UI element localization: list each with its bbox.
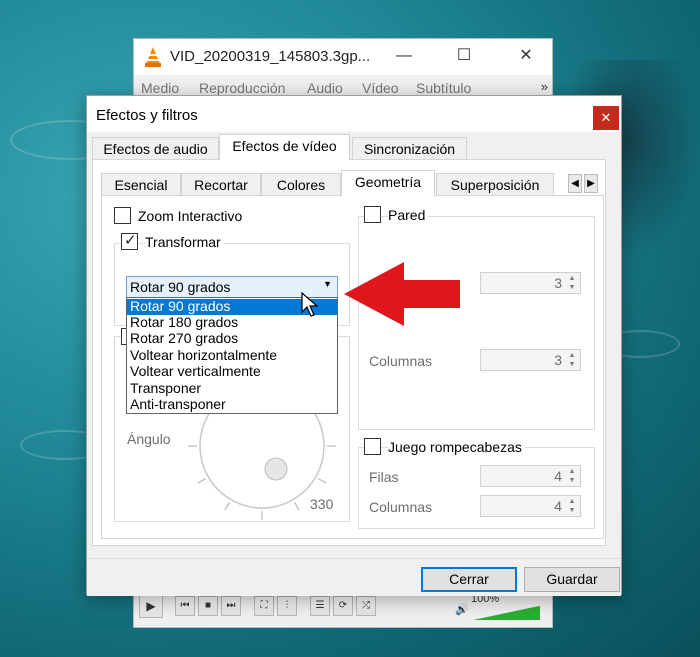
mouse-pointer-icon [301,292,319,317]
puzzle-columns-value: 4 [554,498,562,514]
previous-button[interactable]: ⏮ [175,596,195,616]
wall-checkbox[interactable] [364,206,381,223]
wall-columns-spinbox[interactable]: 3 ▲ ▼ [480,349,581,371]
puzzle-columns-label: Columnas [369,499,433,515]
play-button[interactable]: ▶ [139,594,163,618]
puzzle-checkbox[interactable] [364,438,381,455]
fullscreen-button[interactable]: ⛶ [254,596,274,616]
annotation-arrow-icon [344,262,460,326]
puzzle-rows-spinbox[interactable]: 4 ▲ ▼ [480,465,581,487]
zoom-checkbox[interactable] [114,207,131,224]
effects-dialog: Efectos y filtros ✕ Efectos de audio Efe… [86,95,622,596]
tab-colores[interactable]: Colores [261,173,341,196]
menu-medio[interactable]: Medio [141,80,179,96]
option-flip-vertical[interactable]: Voltear verticalmente [127,364,337,380]
spin-down-icon[interactable]: ▼ [566,506,578,515]
stop-button[interactable]: ■ [198,596,218,616]
menu-audio[interactable]: Audio [307,80,343,96]
option-anti-transpose[interactable]: Anti-transponer [127,397,337,413]
transform-selected-value: Rotar 90 grados [130,279,231,295]
spin-up-icon[interactable]: ▲ [566,351,578,360]
transform-checkbox[interactable]: ✓ [121,232,138,250]
transform-label: Transformar [145,234,224,250]
chevron-down-icon: ▼ [323,279,332,289]
spin-down-icon[interactable]: ▼ [566,283,578,292]
spin-up-icon[interactable]: ▲ [566,497,578,506]
menu-video[interactable]: Vídeo [362,80,399,96]
tab-video-effects[interactable]: Efectos de vídeo [219,134,350,160]
speaker-icon[interactable]: 🔊 [455,603,469,616]
close-button[interactable]: Cerrar [421,567,517,592]
save-button[interactable]: Guardar [524,567,620,592]
geometry-panel: Zoom Interactivo ✓ Transformar Ángulo 33… [101,195,604,539]
volume-slider[interactable] [474,606,540,620]
maximize-button[interactable]: ☐ [452,45,476,67]
video-effects-panel: Esencial Recortar Colores Geometría Supe… [92,159,606,546]
zoom-label: Zoom Interactivo [138,208,243,224]
spin-up-icon[interactable]: ▲ [566,274,578,283]
loop-button[interactable]: ⟳ [333,596,353,616]
spin-down-icon[interactable]: ▼ [566,476,578,485]
dialog-title: Efectos y filtros [96,107,198,124]
tab-recortar[interactable]: Recortar [181,173,261,196]
puzzle-columns-spinbox[interactable]: 4 ▲ ▼ [480,495,581,517]
vlc-window-title: VID_20200319_145803.3gp... [170,48,371,65]
wall-rows-value: 3 [554,275,562,291]
next-button[interactable]: ⏭ [221,596,241,616]
dialog-titlebar: Efectos y filtros ✕ [87,96,621,132]
shuffle-button[interactable]: ⤮ [356,596,376,616]
puzzle-label: Juego rompecabezas [388,439,525,455]
spin-up-icon[interactable]: ▲ [566,467,578,476]
tab-audio-effects[interactable]: Efectos de audio [92,137,219,160]
puzzle-rows-value: 4 [554,468,562,484]
vlc-titlebar: VID_20200319_145803.3gp... — ☐ ✕ [134,39,552,75]
wall-columns-label: Columnas [369,353,433,369]
spin-down-icon[interactable]: ▼ [566,360,578,369]
tab-synchronization[interactable]: Sincronización [352,137,467,160]
vlc-cone-icon [145,47,161,67]
menu-reproduccion[interactable]: Reproducción [199,80,285,96]
dialog-close-button[interactable]: ✕ [593,106,619,130]
tab-esencial[interactable]: Esencial [101,173,181,196]
wall-label: Pared [388,207,429,223]
checkmark-icon: ✓ [124,232,137,249]
option-flip-horizontal[interactable]: Voltear horizontalmente [127,348,337,364]
wall-rows-spinbox[interactable]: 3 ▲ ▼ [480,272,581,294]
option-transpose[interactable]: Transponer [127,381,337,397]
menu-overflow-icon[interactable]: » [541,79,548,94]
menu-subtitulo[interactable]: Subtítulo [416,80,471,96]
tab-superposicion[interactable]: Superposición [436,173,554,196]
tab-geometria[interactable]: Geometría [341,170,435,196]
playlist-button[interactable]: ☰ [310,596,330,616]
tab-scroll-right-icon[interactable]: ▶ [584,174,598,193]
close-window-button[interactable]: ✕ [514,45,538,67]
extended-settings-button[interactable]: ⫶ [277,596,297,616]
angle-label: Ángulo [127,431,171,447]
tab-scroll-left-icon[interactable]: ◀ [568,174,582,193]
wall-columns-value: 3 [554,352,562,368]
angle-value: 330 [310,496,334,512]
option-rotate-270[interactable]: Rotar 270 grados [127,331,337,347]
puzzle-rows-label: Filas [369,469,399,485]
minimize-button[interactable]: — [392,45,416,67]
